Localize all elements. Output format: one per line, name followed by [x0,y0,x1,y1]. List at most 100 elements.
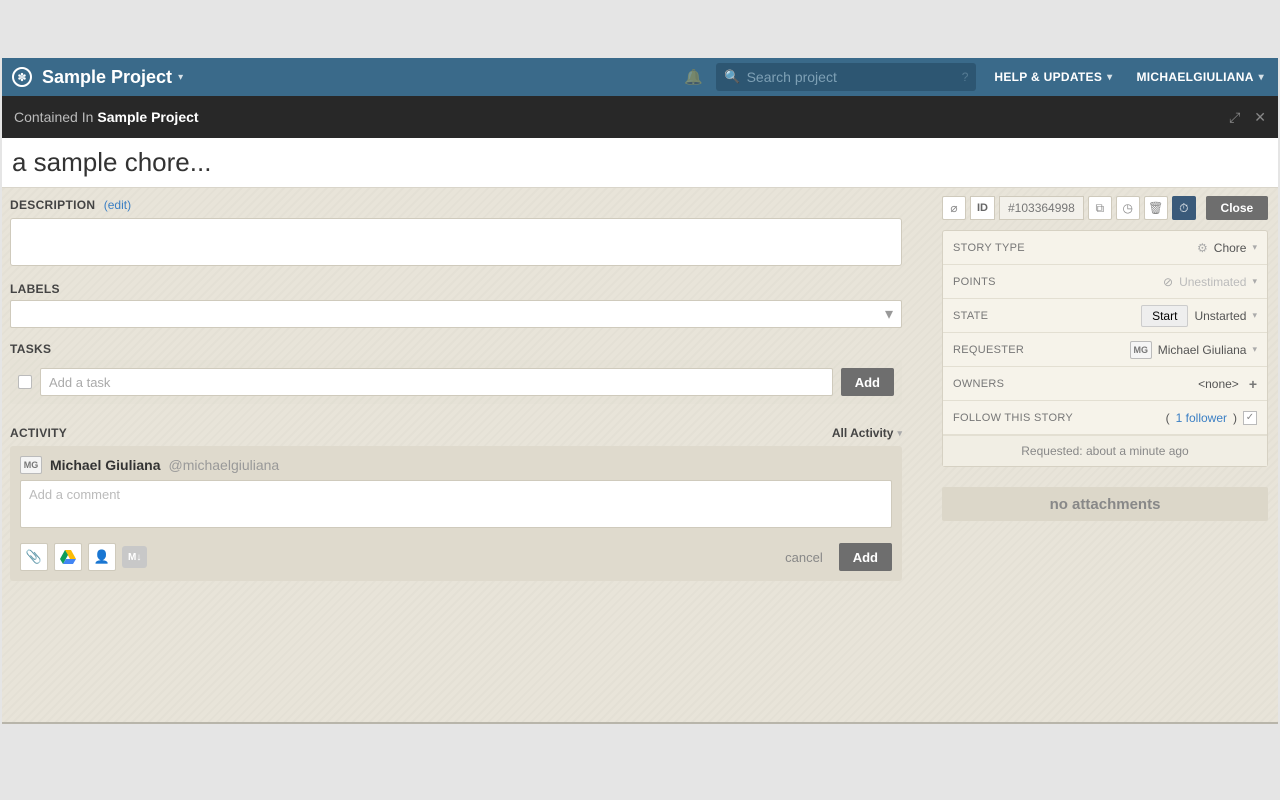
chevron-down-icon: ▾ [1252,276,1257,287]
chevron-down-icon[interactable]: ▾ [178,72,183,83]
contained-in-label: Contained In [14,109,93,125]
tasks-section: TASKS Add [10,342,902,404]
help-updates-menu[interactable]: HELP & UPDATES ▾ [994,70,1112,84]
clock-icon[interactable]: ◷ [1116,196,1140,220]
contained-in-project: Sample Project [97,109,198,125]
comment-author-row: MG Michael Giuliana @michaelgiuliana [20,456,892,474]
requester-name: Michael Giuliana [1158,343,1247,357]
help-icon[interactable]: ? [962,70,969,84]
task-input[interactable] [40,368,833,396]
search-icon: 🔍 [724,69,740,85]
state-value[interactable]: Unstarted [1194,309,1246,323]
story-subheader: Contained In Sample Project ⤢ ✕ [2,96,1278,138]
chevron-down-icon: ▾ [885,304,893,324]
state-label: STATE [953,310,1141,322]
activity-filter-label: All Activity [832,426,894,440]
comment-box: MG Michael Giuliana @michaelgiuliana 📎 👤… [10,446,902,581]
chevron-down-icon: ▾ [897,428,902,439]
chevron-down-icon: ▾ [1252,242,1257,253]
labels-select[interactable]: ▾ [10,300,902,328]
story-id-row: ⌀ ID #103364998 ⧉ ◷ 🗑 ⏱ Close [942,196,1268,220]
activity-label: ACTIVITY [10,426,832,440]
search-input[interactable] [747,69,962,85]
mention-person-icon[interactable]: 👤 [88,543,116,571]
copy-icon[interactable]: ⧉ [1088,196,1112,220]
chevron-down-icon: ▾ [1259,72,1264,83]
activity-header: ACTIVITY All Activity ▾ [10,426,902,440]
meta-owners[interactable]: OWNERS <none> + [943,367,1267,401]
points-value: Unestimated [1179,275,1246,289]
gear-icon: ⚙ [1197,241,1208,255]
app-header: ✽ Sample Project ▾ 🔔 🔍 ? HELP & UPDATES … [2,58,1278,96]
stopwatch-icon[interactable]: ⏱ [1172,196,1196,220]
markdown-chip: M↓ [122,546,147,568]
bell-icon[interactable]: 🔔 [684,68,702,86]
avatar: MG [20,456,42,474]
add-owner-icon[interactable]: + [1249,376,1257,392]
author-name: Michael Giuliana [50,457,160,473]
follower-count-prefix: ( [1166,411,1170,425]
google-drive-icon[interactable] [54,543,82,571]
story-panel: DESCRIPTION (edit) LABELS ▾ TASKS Add AC… [2,138,1278,722]
comment-input[interactable] [20,480,892,528]
chevron-down-icon: ▾ [1252,344,1257,355]
add-comment-button[interactable]: Add [839,543,892,571]
attachment-icon[interactable]: 📎 [20,543,48,571]
comment-actions: 📎 👤 M↓ cancel Add [20,543,892,571]
chevron-down-icon: ▾ [1252,310,1257,321]
owners-value: <none> [1198,377,1239,391]
meta-follow: FOLLOW THIS STORY (1 follower) ✓ [943,401,1267,435]
blocked-icon: ⊘ [1163,275,1173,289]
link-icon[interactable]: ⌀ [942,196,966,220]
description-input[interactable] [10,218,902,266]
close-icon[interactable]: ✕ [1254,109,1266,126]
activity-section: ACTIVITY All Activity ▾ MG Michael Giuli… [10,426,902,581]
trash-icon[interactable]: 🗑 [1144,196,1168,220]
story-type-label: STORY TYPE [953,242,1197,254]
labels-section: LABELS ▾ [10,282,902,328]
meta-requester[interactable]: REQUESTER MG Michael Giuliana ▾ [943,333,1267,367]
panel-bottom-border [2,722,1278,724]
story-type-value: Chore [1214,241,1247,255]
collapse-icon[interactable]: ⤢ [1229,109,1240,126]
username-label: MICHAELGIULIANA [1137,70,1254,84]
meta-panel: STORY TYPE ⚙ Chore ▾ POINTS ⊘ Unestimate… [942,230,1268,467]
follow-label: FOLLOW THIS STORY [953,412,1166,424]
description-label: DESCRIPTION [10,198,95,212]
user-menu[interactable]: MICHAELGIULIANA ▾ [1137,70,1265,84]
follower-link[interactable]: 1 follower [1176,411,1227,425]
meta-points[interactable]: POINTS ⊘ Unestimated ▾ [943,265,1267,299]
description-section: DESCRIPTION (edit) [10,196,902,266]
author-handle: @michaelgiuliana [168,457,279,473]
avatar: MG [1130,341,1152,359]
chevron-down-icon: ▾ [1107,72,1112,83]
project-name[interactable]: Sample Project [42,67,172,88]
story-right-column: ⌀ ID #103364998 ⧉ ◷ 🗑 ⏱ Close STORY TYPE… [942,196,1268,521]
start-button[interactable]: Start [1141,305,1188,327]
meta-story-type[interactable]: STORY TYPE ⚙ Chore ▾ [943,231,1267,265]
activity-filter[interactable]: All Activity ▾ [832,426,902,440]
requester-label: REQUESTER [953,344,1130,356]
points-label: POINTS [953,276,1163,288]
id-label: ID [970,196,995,220]
help-updates-label: HELP & UPDATES [994,70,1102,84]
follower-count-suffix: ) [1233,411,1237,425]
tasks-label: TASKS [10,342,902,356]
task-checkbox[interactable] [18,375,32,389]
story-title-input[interactable] [12,147,1268,178]
follow-checkbox[interactable]: ✓ [1243,411,1257,425]
labels-label: LABELS [10,282,902,296]
search-box[interactable]: 🔍 ? [716,63,976,91]
close-story-button[interactable]: Close [1206,196,1268,220]
requested-timestamp: Requested: about a minute ago [943,435,1267,466]
owners-label: OWNERS [953,378,1198,390]
add-task-button[interactable]: Add [841,368,894,396]
meta-state: STATE Start Unstarted ▾ [943,299,1267,333]
id-value[interactable]: #103364998 [999,196,1084,220]
cancel-comment-link[interactable]: cancel [785,550,823,565]
tasks-row: Add [10,360,902,404]
app-logo-icon: ✽ [12,67,32,87]
edit-description-link[interactable]: (edit) [104,198,131,212]
story-title-row [2,138,1278,188]
story-left-column: DESCRIPTION (edit) LABELS ▾ TASKS Add AC… [10,196,902,581]
